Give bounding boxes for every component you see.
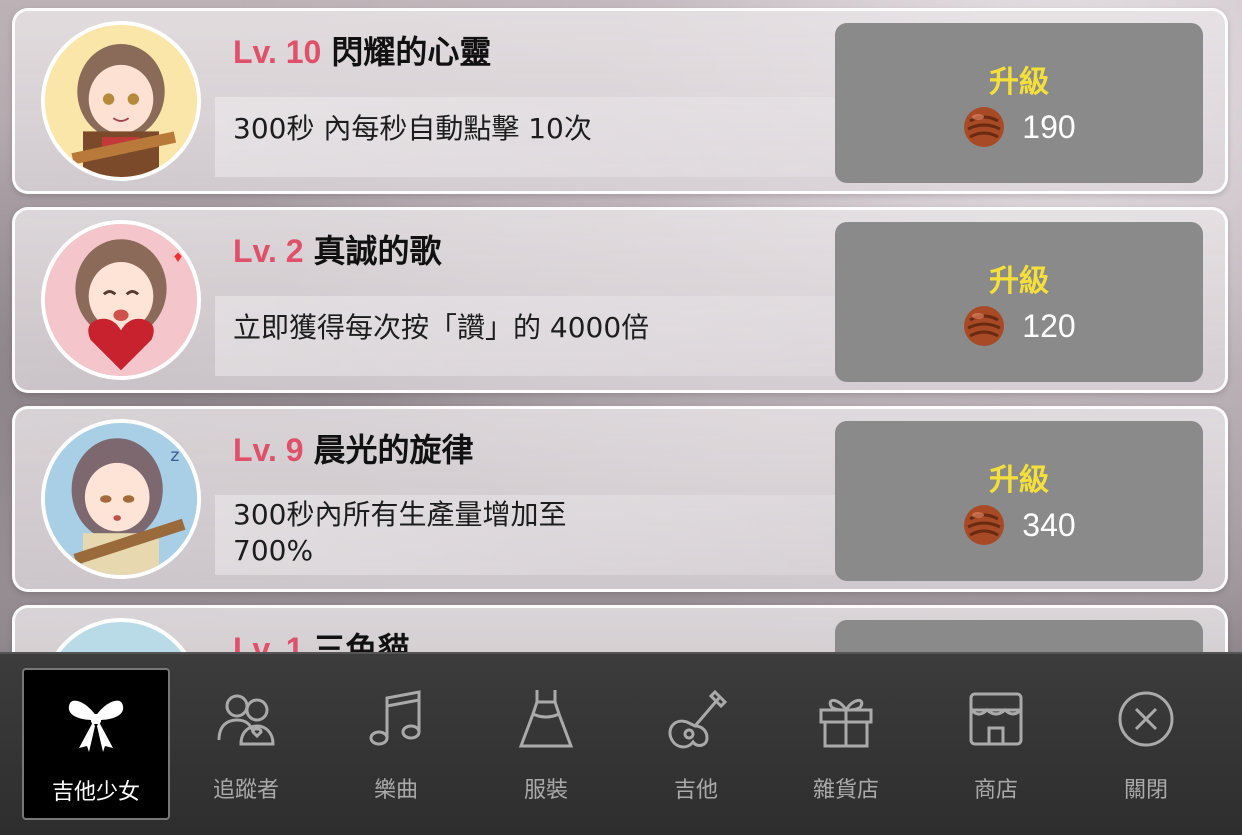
skill-description: 立即獲得每次按「讚」的 4000倍 [233,311,650,344]
nav-label: 服裝 [523,778,568,803]
chocolate-coin-icon [964,505,1005,545]
skill-description: 300秒內所有生產量增加至 700% [233,498,567,567]
music-note-icon [369,690,421,746]
close-circle-icon [1118,691,1174,747]
skill-card: Lv. 1 三色貓 [12,605,1228,652]
character-avatar [41,220,201,380]
skill-name: 真誠的歌 [313,232,442,270]
gift-box-icon [819,699,873,748]
upgrade-cost: 340 [1022,506,1076,543]
shop-icon [969,692,1023,746]
skill-name: 閃耀的心靈 [331,33,492,71]
nav-label: 追蹤者 [212,778,279,803]
nav-label: 吉他少女 [51,780,140,805]
nav-item-outfits[interactable]: 服裝 [472,668,620,820]
skill-name: 晨光的旋律 [313,431,474,469]
followers-icon [217,694,275,746]
skill-card: Lv. 10 閃耀的心靈 300秒 內每秒自動點擊 10次 升級 190 [12,8,1228,194]
skill-level: Lv. 2 [233,233,304,269]
chocolate-coin-icon [964,306,1005,346]
nav-label: 樂曲 [373,778,418,803]
skill-name: 三色貓 [313,630,410,652]
skill-list[interactable]: Lv. 10 閃耀的心靈 300秒 內每秒自動點擊 10次 升級 190 Lv.… [0,0,1242,652]
skill-level: Lv. 10 [233,34,322,70]
upgrade-button[interactable]: 升級 120 [835,222,1203,382]
nav-item-followers[interactable]: 追蹤者 [172,668,320,820]
upgrade-label: 升級 [989,264,1049,299]
skill-card: Lv. 2 真誠的歌 立即獲得每次按「讚」的 4000倍 升級 120 [12,207,1228,393]
nav-item-shop[interactable]: 商店 [922,668,1070,820]
upgrade-button[interactable] [835,620,1203,652]
nav-item-guitar[interactable]: 吉他 [622,668,770,820]
upgrade-button[interactable]: 升級 340 [835,421,1203,581]
upgrade-cost: 120 [1022,307,1076,344]
upgrade-cost: 190 [1022,108,1076,145]
nav-label: 商店 [973,778,1018,803]
chocolate-coin-icon [964,107,1005,147]
skill-level: Lv. 1 [233,631,304,652]
upgrade-label: 升級 [989,463,1049,498]
svg-text:z: z [170,446,179,466]
upgrade-button[interactable]: 升級 190 [835,23,1203,183]
ribbon-bow-icon [68,700,124,752]
nav-label: 吉他 [673,778,718,803]
nav-item-close[interactable]: 關閉 [1072,668,1220,820]
nav-item-guitar-girl[interactable]: 吉他少女 [22,668,170,820]
nav-item-general-store[interactable]: 雜貨店 [772,668,920,820]
skill-description: 300秒 內每秒自動點擊 10次 [233,112,592,145]
character-avatar [41,21,201,181]
skill-level: Lv. 9 [233,432,304,468]
character-avatar: z [41,419,201,579]
nav-item-songs[interactable]: 樂曲 [322,668,470,820]
dress-icon [518,690,574,748]
character-avatar [41,618,201,652]
upgrade-label: 升級 [989,65,1049,100]
skill-card: z Lv. 9 晨光的旋律 300秒內所有生產量增加至 700% 升級 340 [12,406,1228,592]
guitar-icon [668,689,728,749]
nav-label: 雜貨店 [812,778,879,803]
nav-label: 關閉 [1123,778,1168,803]
bottom-nav: 吉他少女 追蹤者 樂曲 服裝 吉他 雜貨店 商店 關閉 [0,652,1242,835]
